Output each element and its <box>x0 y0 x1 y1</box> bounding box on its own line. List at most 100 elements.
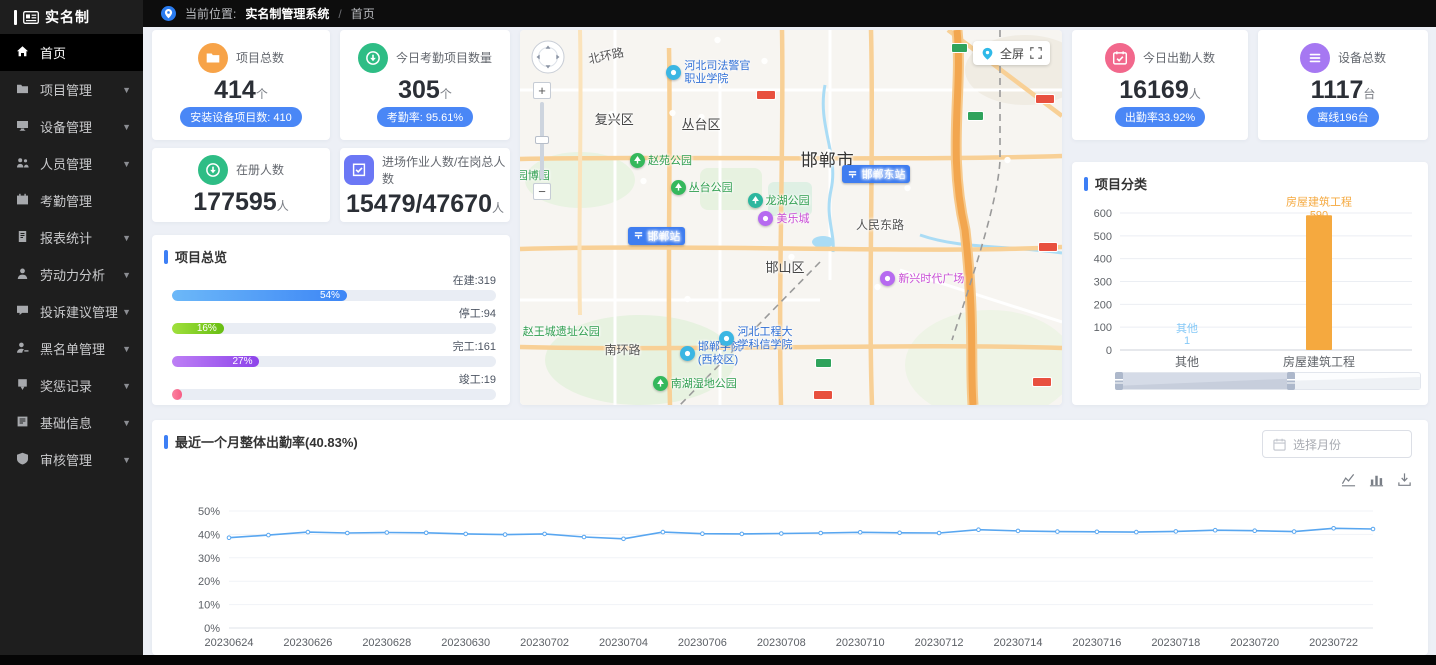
chevron-down-icon: ▼ <box>122 455 131 465</box>
pinArrow-icon <box>358 43 388 73</box>
map-marker-pin[interactable] <box>635 173 652 195</box>
sidebar-item-9[interactable]: 奖惩记录▼ <box>0 367 143 404</box>
map-park-poi[interactable]: 丛台公园 <box>671 179 733 195</box>
sidebar-item-2[interactable]: 设备管理▼ <box>0 108 143 145</box>
overview-row-0: 在建:31954% <box>172 272 496 301</box>
fullscreen-brackets-icon <box>1030 47 1042 59</box>
map-marker-pin[interactable] <box>899 180 916 202</box>
title-accent-bar <box>1084 177 1088 191</box>
map-pan-control[interactable] <box>530 39 566 80</box>
card-badge: 出勤率33.92% <box>1115 107 1205 127</box>
month-picker-input[interactable]: 选择月份 <box>1262 430 1412 458</box>
zoom-out-button[interactable]: − <box>533 183 551 200</box>
map-marker-pin[interactable] <box>679 291 696 313</box>
sidebar-item-8[interactable]: 黑名单管理▼ <box>0 330 143 367</box>
map-school-poi[interactable]: 河北工程大学科信学院 <box>719 326 792 351</box>
footer-strip <box>0 655 1436 665</box>
chart-toolbox <box>1341 472 1412 487</box>
sidebar-item-label: 劳动力分析 <box>40 265 105 284</box>
card-title: 在册人数 <box>236 161 284 178</box>
svg-text:0: 0 <box>1106 345 1112 357</box>
stat-card-left-2: 在册人数177595人 <box>152 148 330 222</box>
zoom-slider-handle[interactable] <box>535 136 549 144</box>
overview-row-1: 停工:9416% <box>172 305 496 334</box>
chevron-down-icon: ▼ <box>122 307 131 317</box>
attendance-panel: 最近一个月整体出勤率(40.83%) 选择月份 0%10%20%30%40%50… <box>152 420 1428 655</box>
svg-text:20230722: 20230722 <box>1309 637 1358 649</box>
map-park-poi[interactable]: 赵苑公园 <box>630 152 692 168</box>
breadcrumb-current[interactable]: 首页 <box>351 5 375 22</box>
datazoom-slider[interactable] <box>1118 372 1421 390</box>
sidebar-item-11[interactable]: 审核管理▼ <box>0 441 143 478</box>
map-road-badge-red <box>1038 242 1058 252</box>
person-icon <box>16 267 31 282</box>
svg-text:500: 500 <box>1094 231 1112 243</box>
medal-icon <box>16 378 31 393</box>
sidebar-item-label: 首页 <box>40 43 66 62</box>
sidebar-item-1[interactable]: 项目管理▼ <box>0 71 143 108</box>
map-district-label: 丛台区 <box>682 114 721 133</box>
panel-title: 项目总览 <box>152 235 510 266</box>
overview-bar: 27% <box>172 356 259 367</box>
map-station-badge[interactable]: 邯郸站 <box>628 227 685 245</box>
svg-text:20230628: 20230628 <box>362 637 411 649</box>
fullscreen-button[interactable]: 全屏 <box>973 41 1050 65</box>
map-mall-poi[interactable]: 美乐城 <box>758 210 809 226</box>
sidebar-item-0[interactable]: 首页 <box>0 34 143 71</box>
sidebar-item-label: 黑名单管理 <box>40 339 105 358</box>
zoom-slider-track[interactable] <box>540 102 544 180</box>
category-bar-chart: 0100200300400500600其他其他1房屋建筑工程房屋建筑工程590 <box>1072 192 1428 372</box>
doc-icon <box>16 230 31 245</box>
calendar-icon <box>1273 438 1286 451</box>
overview-bar-track: 27% <box>172 356 496 367</box>
sidebar-item-label: 投诉建议管理 <box>40 302 118 321</box>
map-school-poi[interactable]: 河北司法警官职业学院 <box>666 60 750 85</box>
map-marker-pin[interactable] <box>756 53 773 75</box>
overview-bar-track: 16% <box>172 323 496 334</box>
sidebar-item-3[interactable]: 人员管理▼ <box>0 145 143 182</box>
svg-text:600: 600 <box>1094 208 1112 220</box>
logo-text: 实名制 <box>45 7 90 27</box>
datazoom-right-handle[interactable] <box>1287 372 1295 390</box>
svg-text:1: 1 <box>1184 335 1190 347</box>
map-marker-pin[interactable] <box>999 152 1016 174</box>
datazoom-selected-range[interactable] <box>1119 373 1291 389</box>
svg-text:0%: 0% <box>204 623 220 635</box>
stat-card-left-0: 项目总数414个安装设备项目数: 410 <box>152 30 330 140</box>
sidebar-item-label: 奖惩记录 <box>40 376 92 395</box>
pinArrow-icon <box>198 155 228 185</box>
download-tool-icon[interactable] <box>1397 472 1412 487</box>
sidebar-item-6[interactable]: 劳动力分析▼ <box>0 256 143 293</box>
sidebar-item-5[interactable]: 报表统计▼ <box>0 219 143 256</box>
line-chart-tool-icon[interactable] <box>1341 472 1356 487</box>
bar-chart-tool-icon[interactable] <box>1369 472 1384 487</box>
calCheck-icon <box>1105 43 1135 73</box>
map-park-poi[interactable]: 南湖湿地公园 <box>653 375 737 391</box>
sidebar-item-4[interactable]: 考勤管理 <box>0 182 143 219</box>
attendance-title: 最近一个月整体出勤率(40.83%) <box>175 432 358 451</box>
sidebar-item-7[interactable]: 投诉建议管理 ▼ <box>0 293 143 330</box>
map-road-badge-red <box>813 390 833 400</box>
card-value: 15479/47670人 <box>346 191 504 217</box>
map-station-badge[interactable]: 邯郸东站 <box>842 165 910 183</box>
map-park-poi[interactable]: 龙湖公园 <box>748 192 810 208</box>
panel-title: 项目分类 <box>1072 162 1428 193</box>
map-marker-pin[interactable] <box>709 32 726 54</box>
svg-text:20230710: 20230710 <box>836 637 885 649</box>
breadcrumb-system[interactable]: 实名制管理系统 <box>245 5 329 22</box>
map-mall-poi[interactable]: 新兴时代广场 <box>880 270 964 286</box>
card-title: 项目总数 <box>236 49 284 66</box>
svg-text:20230630: 20230630 <box>441 637 490 649</box>
card-title: 设备总数 <box>1338 49 1386 66</box>
logo-bar <box>14 10 17 25</box>
map-road-badge-red <box>1035 94 1055 104</box>
map-road-badge-green <box>967 111 984 121</box>
sidebar-item-10[interactable]: 基础信息▼ <box>0 404 143 441</box>
datazoom-left-handle[interactable] <box>1115 372 1123 390</box>
zoom-in-button[interactable]: + <box>533 82 551 99</box>
svg-text:20230714: 20230714 <box>994 637 1043 649</box>
breadcrumb-prefix: 当前位置: <box>185 5 236 22</box>
map-marker-pin[interactable] <box>664 105 681 127</box>
card-value: 305个 <box>398 77 452 103</box>
map-road-badge-green <box>815 358 832 368</box>
